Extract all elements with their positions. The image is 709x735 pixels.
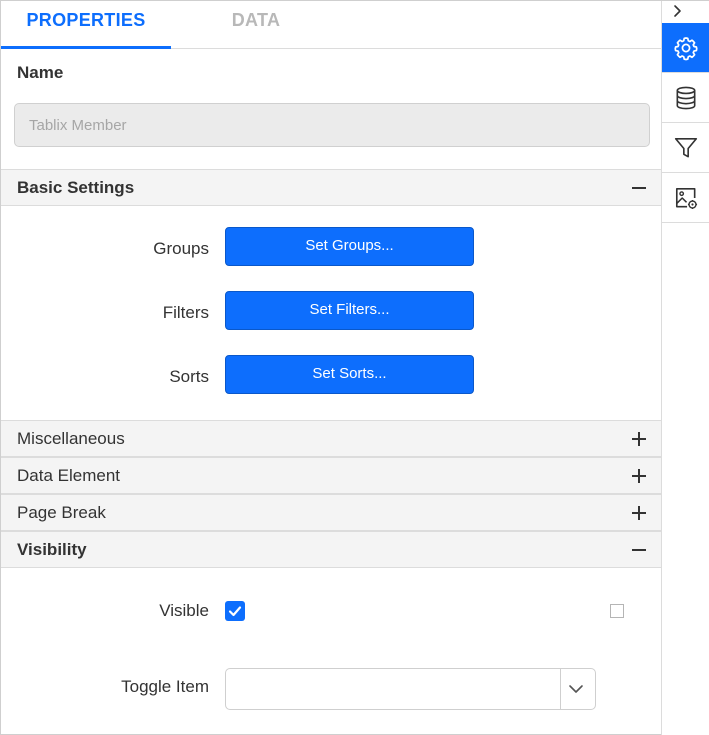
collapse-icon[interactable] [632, 170, 646, 206]
section-visibility[interactable]: Visibility [1, 531, 661, 568]
properties-panel: PROPERTIES DATA Name Basic Settings Grou… [0, 0, 709, 735]
section-miscellaneous[interactable]: Miscellaneous [1, 420, 661, 457]
expand-icon[interactable] [632, 421, 646, 457]
section-title: Page Break [17, 503, 106, 522]
sidebar-item-image-settings[interactable] [662, 173, 709, 223]
expand-icon[interactable] [632, 458, 646, 494]
sidebar-item-data[interactable] [662, 73, 709, 123]
tab-bar: PROPERTIES DATA [1, 1, 661, 49]
section-basic-settings[interactable]: Basic Settings [1, 169, 661, 206]
collapse-icon[interactable] [632, 532, 646, 568]
expand-icon[interactable] [632, 495, 646, 531]
filter-icon [674, 137, 698, 158]
dropdown-divider [560, 669, 561, 709]
section-title: Basic Settings [17, 178, 135, 197]
main-panel: PROPERTIES DATA Name Basic Settings Grou… [1, 1, 662, 735]
toggle-item-dropdown[interactable] [225, 668, 596, 710]
visible-label: Visible [159, 601, 209, 620]
section-title: Visibility [17, 540, 87, 559]
sorts-label: Sorts [169, 367, 209, 386]
right-sidebar [662, 1, 709, 735]
checkmark-icon [228, 606, 242, 617]
section-page-break[interactable]: Page Break [1, 494, 661, 531]
sidebar-item-filter[interactable] [662, 123, 709, 173]
collapse-panel-button[interactable] [662, 1, 709, 22]
toggle-item-label: Toggle Item [121, 677, 209, 696]
chevron-down-icon[interactable] [566, 679, 586, 699]
section-title: Miscellaneous [17, 429, 125, 448]
groups-label: Groups [153, 239, 209, 258]
set-sorts-button[interactable]: Set Sorts... [225, 355, 474, 394]
image-settings-icon [675, 187, 698, 210]
tab-data[interactable]: DATA [171, 1, 341, 49]
gear-icon [674, 37, 698, 61]
set-filters-button[interactable]: Set Filters... [225, 291, 474, 330]
section-title: Data Element [17, 466, 120, 485]
visible-expression-checkbox[interactable] [610, 604, 624, 618]
name-input[interactable] [14, 103, 650, 147]
name-label: Name [17, 63, 64, 82]
sidebar-item-properties[interactable] [662, 23, 709, 73]
database-icon [676, 86, 696, 110]
tab-properties[interactable]: PROPERTIES [1, 1, 171, 49]
set-groups-button[interactable]: Set Groups... [225, 227, 474, 266]
section-data-element[interactable]: Data Element [1, 457, 661, 494]
filters-label: Filters [162, 303, 209, 322]
chevron-right-icon [674, 5, 681, 17]
visible-checkbox[interactable] [225, 601, 245, 621]
